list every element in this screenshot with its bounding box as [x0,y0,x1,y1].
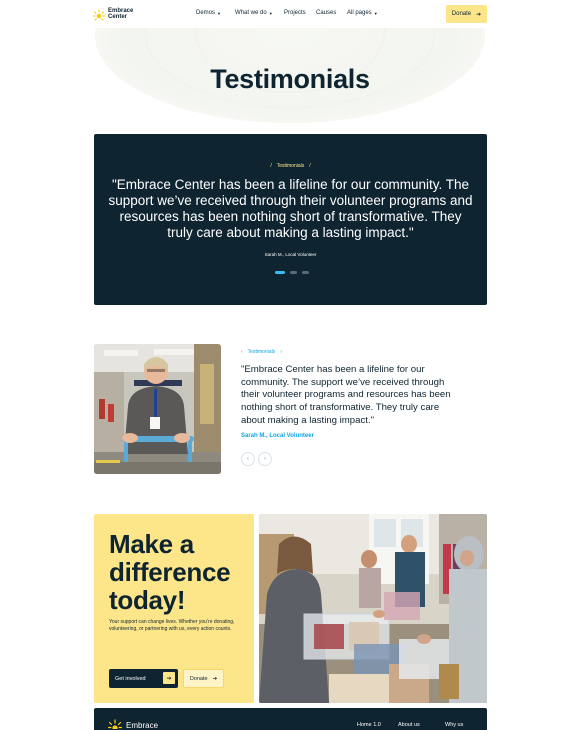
testimonial-author: Sarah M., Local Volunteer [264,252,317,257]
nav-item-causes[interactable]: Causes [316,10,347,16]
footer-logo[interactable]: Embrace [107,719,159,730]
chevron-down-icon: ▼ [217,10,221,16]
arrow-right-icon: ➔ [212,675,218,682]
nav-label: What we do [235,10,267,16]
chevron-left-icon: ‹ [247,456,249,462]
chevron-left-icon: ‹ [241,349,243,355]
arrow-right-icon: ➔ [163,672,175,684]
cta-donate-button[interactable]: Donate ➔ [183,669,224,688]
cta-title-line: today! [109,585,186,615]
testimonial-eyebrow: / Testimonials / [270,163,311,169]
sun-logo-icon [107,719,123,730]
nav-label: Demos [196,10,216,16]
footer-logo-text: Embrace [126,720,159,730]
footer-links: Home 1.0 About us Why us [357,722,463,728]
footer-link-home[interactable]: Home 1.0 [357,722,398,728]
logo-line-2: Center [108,14,128,20]
testimonial-eyebrow-2: ‹ Testimonials › [241,349,282,355]
nav-item-demos[interactable]: Demos ▼ [196,10,235,16]
donate-label: Donate [451,11,472,17]
slider-dot[interactable] [302,271,309,274]
cta-description: Your support can change lives. Whether y… [109,619,235,633]
nav-item-projects[interactable]: Projects [284,10,316,16]
chevron-down-icon: ▼ [373,10,378,16]
slider-dot[interactable] [290,271,297,274]
sun-logo-icon [92,8,106,21]
site-footer: Embrace Home 1.0 About us Why us [94,708,487,730]
prev-testimonial-button[interactable]: ‹ [241,452,255,466]
header-donate-button[interactable]: Donate ➔ [446,5,487,23]
hero-section: Testimonials [0,28,580,128]
testimonial-slider: / Testimonials / "Embrace Center has been … [94,134,487,305]
get-involved-button[interactable]: Get involved ➔ [109,669,178,688]
main-nav: Demos ▼ What we do ▼ Projects Causes All… [196,10,378,16]
button-label: Get involved [115,675,146,682]
button-label: Donate [189,675,208,682]
chevron-down-icon: ▼ [268,10,273,16]
footer-link-why-us[interactable]: Why us [445,722,463,728]
testimonial-author-2: Sarah M., Local Volunteer [241,433,314,439]
chevron-right-icon: › [264,456,266,462]
cta-title-line: difference [109,557,231,587]
page-title: Testimonials [210,64,370,94]
next-testimonial-button[interactable]: › [258,452,272,466]
nav-label: All pages [347,10,372,16]
site-logo[interactable]: Embrace Center [92,8,133,21]
nav-label: Causes [316,10,337,16]
cta-card: Make a difference today! Your support ca… [94,514,254,703]
volunteer-photo [94,344,221,474]
slider-pagination [275,271,309,274]
eyebrow-label: Testimonials [276,163,305,169]
testimonial-nav: ‹ › [241,452,272,466]
chevron-right-icon: › [280,349,282,355]
site-header: Embrace Center Demos ▼ What we do ▼ Proj… [0,0,580,28]
testimonial-quote-2: "Embrace Center has been a lifeline for … [241,364,451,426]
nav-label: Projects [284,10,306,16]
arrow-right-icon: ➔ [476,11,482,18]
volunteers-photo [259,514,487,703]
footer-link-about[interactable]: About us [398,722,445,728]
nav-item-all-pages[interactable]: All pages ▼ [347,10,378,16]
testimonial-quote: "Embrace Center has been a lifeline for … [108,177,473,240]
cta-title-line: Make a [109,529,194,559]
eyebrow-label: Testimonials [247,349,276,355]
nav-item-what-we-do[interactable]: What we do ▼ [235,10,284,16]
cta-title: Make a difference today! [109,530,249,614]
slider-dot-active[interactable] [275,271,285,274]
